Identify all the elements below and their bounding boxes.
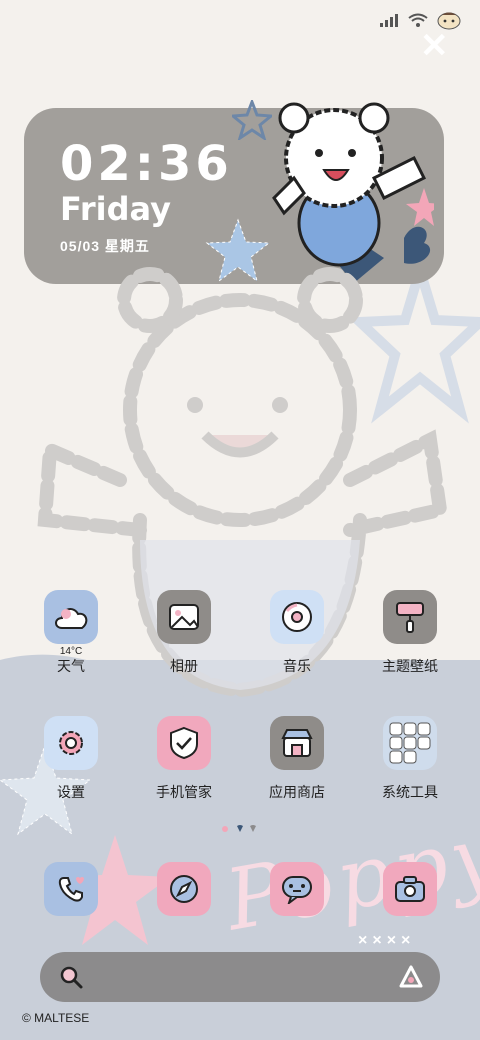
app-label-phone-manager: 手机管家 <box>156 784 212 800</box>
compass-icon <box>170 875 198 903</box>
app-label-gallery: 相册 <box>170 658 198 674</box>
dock-messages[interactable] <box>252 862 342 916</box>
shield-check-icon <box>170 726 198 760</box>
app-themes[interactable]: 主题壁纸 <box>365 590 455 676</box>
folder-icon <box>389 722 431 764</box>
signal-icon <box>380 14 398 27</box>
app-gallery[interactable]: 相册 <box>139 590 229 676</box>
clock-time: 02:36 <box>60 136 233 192</box>
message-icon <box>282 876 312 904</box>
app-label-system-tools: 系统工具 <box>382 784 438 800</box>
settings-tile[interactable] <box>44 716 98 770</box>
browser-tile[interactable] <box>157 862 211 916</box>
small-star-icon <box>232 100 272 140</box>
weather-tile[interactable] <box>44 590 98 644</box>
credit-text: © MALTESE <box>22 1011 90 1025</box>
camera-icon <box>395 876 425 902</box>
weather-temp: 14°C <box>59 646 83 657</box>
clock-day: Friday <box>60 190 171 228</box>
app-label-themes: 主题壁纸 <box>382 658 438 674</box>
dock-camera[interactable] <box>365 862 455 916</box>
app-weather[interactable]: 14°C 天气 <box>26 590 116 676</box>
cloud-icon <box>55 608 88 629</box>
x-decoration-icon: ✕ <box>420 27 449 65</box>
search-bar[interactable] <box>40 952 440 1002</box>
app-label-weather: 天气 <box>57 658 85 674</box>
system-tools-folder[interactable] <box>383 716 437 770</box>
dock-browser[interactable] <box>139 862 229 916</box>
app-phone-manager[interactable]: 手机管家 <box>139 716 229 802</box>
app-system-tools[interactable]: 系统工具 <box>365 716 455 802</box>
image-icon <box>169 604 199 630</box>
app-label-store: 应用商店 <box>269 784 325 800</box>
app-settings[interactable]: 设置 <box>26 716 116 802</box>
app-store[interactable]: 应用商店 <box>252 716 342 802</box>
page-indicator <box>222 825 256 832</box>
app-label-settings: 设置 <box>57 784 85 800</box>
wifi-icon <box>408 13 428 27</box>
camera-tile[interactable] <box>383 862 437 916</box>
assistant-icon[interactable] <box>398 964 424 990</box>
app-label-music: 音乐 <box>283 658 311 674</box>
search-icon[interactable] <box>58 964 84 990</box>
gear-icon <box>59 731 83 755</box>
music-tile[interactable] <box>270 590 324 644</box>
clock-date: 05/03 星期五 <box>60 238 150 254</box>
gallery-tile[interactable] <box>157 590 211 644</box>
dock-phone[interactable] <box>26 862 116 916</box>
store-icon <box>281 729 313 757</box>
store-tile[interactable] <box>270 716 324 770</box>
phone-tile[interactable] <box>44 862 98 916</box>
app-music[interactable]: 音乐 <box>252 590 342 676</box>
paint-roller-icon <box>396 602 424 633</box>
disc-icon <box>282 602 312 632</box>
themes-tile[interactable] <box>383 590 437 644</box>
phone-manager-tile[interactable] <box>157 716 211 770</box>
phone-icon <box>58 877 84 902</box>
messages-tile[interactable] <box>270 862 324 916</box>
x-marks-decoration: ×××× <box>358 932 416 949</box>
